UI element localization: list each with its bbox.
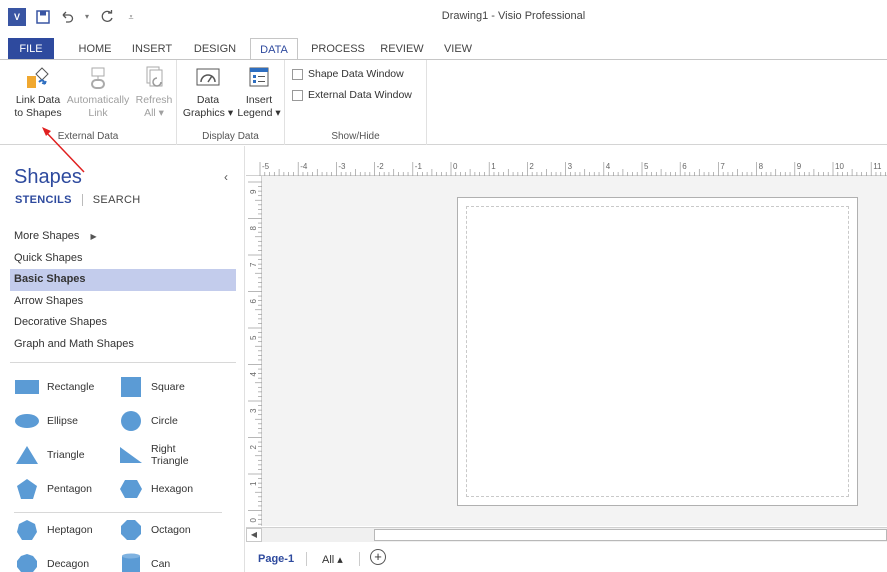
ruler-label: 9	[797, 162, 802, 171]
all-pages-button[interactable]: All ▴	[322, 553, 343, 566]
ruler-label: -1	[415, 162, 423, 171]
horizontal-ruler[interactable]: -5 -4 -3 -2 -1 0 1 2 3 4 5 6 7 8 9 10 11	[246, 160, 887, 176]
ruler-label: 4	[606, 162, 611, 171]
ruler-label: -5	[262, 162, 270, 171]
vertical-ruler[interactable]: 9 8 7 6 5 4 3 2 1 0	[246, 176, 262, 526]
tab-page-1[interactable]: Page-1	[258, 553, 294, 565]
ruler-label: 10	[835, 162, 844, 171]
ruler-label: 7	[720, 162, 725, 171]
drawing-page[interactable]	[457, 197, 858, 506]
ruler-label: 8	[249, 226, 258, 231]
ruler-label: 4	[249, 372, 258, 377]
ruler-label: 6	[249, 299, 258, 304]
ruler-label: 0	[453, 162, 458, 171]
ruler-label: 11	[873, 162, 882, 171]
ruler-label: 5	[644, 162, 649, 171]
ruler-label: 9	[249, 189, 258, 194]
ruler-label: 5	[249, 335, 258, 340]
horizontal-scrollbar[interactable]: ◀	[246, 527, 887, 542]
ruler-label: 0	[249, 518, 258, 523]
ruler-label: 2	[529, 162, 534, 171]
page-tab-separator	[306, 552, 307, 566]
ruler-label: -4	[300, 162, 308, 171]
ruler-label: 6	[682, 162, 687, 171]
ruler-label: 1	[491, 162, 496, 171]
page-tab-separator	[359, 552, 360, 566]
scrollbar-thumb[interactable]	[374, 529, 887, 541]
ruler-label: 1	[249, 481, 258, 486]
add-page-icon[interactable]: +	[370, 549, 386, 565]
ruler-label: -2	[377, 162, 385, 171]
page-tabs-bar: Page-1 All ▴ +	[246, 543, 887, 572]
ruler-label: 3	[568, 162, 573, 171]
ruler-label: 3	[249, 408, 258, 413]
ruler-label: 8	[759, 162, 764, 171]
scroll-left-icon[interactable]: ◀	[246, 528, 262, 542]
ruler-label: 7	[249, 262, 258, 267]
page-margin	[466, 206, 849, 497]
ruler-label: -3	[338, 162, 346, 171]
ruler-label: 2	[249, 445, 258, 450]
